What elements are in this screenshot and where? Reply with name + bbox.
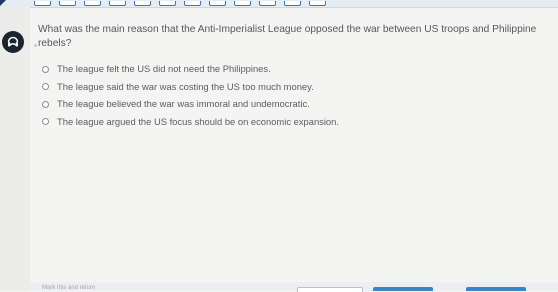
question-marker-dot xyxy=(34,44,37,47)
progress-segment[interactable] xyxy=(309,1,326,6)
progress-segment[interactable] xyxy=(184,1,201,6)
progress-segment[interactable] xyxy=(284,1,301,6)
answer-option[interactable]: The league argued the US focus should be… xyxy=(42,116,522,128)
progress-segment[interactable] xyxy=(159,1,176,6)
answer-option-label: The league argued the US focus should be… xyxy=(57,115,339,127)
answer-option-label: The league felt the US did not need the … xyxy=(57,63,271,74)
submit-button[interactable] xyxy=(466,287,526,291)
answer-option[interactable]: The league believed the war was immoral … xyxy=(42,98,522,110)
answer-option[interactable]: The league said the war was costing the … xyxy=(42,81,522,93)
radio-button[interactable] xyxy=(42,83,49,90)
question-text: What was the main reason that the Anti-I… xyxy=(38,24,537,49)
progress-segment[interactable] xyxy=(34,1,51,6)
progress-segment[interactable] xyxy=(259,1,276,6)
mark-and-return-link[interactable]: Mark this and return xyxy=(42,285,95,291)
progress-segment[interactable] xyxy=(234,1,251,6)
answer-option[interactable]: The league felt the US did not need the … xyxy=(42,63,522,75)
answer-option-label: The league believed the war was immoral … xyxy=(57,98,310,109)
corner-marker xyxy=(0,0,6,6)
radio-button[interactable] xyxy=(42,100,49,108)
progress-segment[interactable] xyxy=(134,1,151,6)
left-rail xyxy=(0,7,30,291)
radio-button[interactable] xyxy=(42,65,49,73)
progress-segment[interactable] xyxy=(209,1,226,6)
progress-segment[interactable] xyxy=(59,1,76,6)
next-button[interactable] xyxy=(373,287,433,291)
answer-option-label: The league said the war was costing the … xyxy=(57,80,314,92)
radio-button[interactable] xyxy=(42,118,49,125)
answer-options: The league felt the US did not need the … xyxy=(42,63,522,133)
progress-segment[interactable] xyxy=(84,1,101,6)
question-progress xyxy=(34,1,326,6)
speaker-icon[interactable] xyxy=(2,31,24,53)
progress-segment[interactable] xyxy=(109,1,126,6)
previous-button[interactable] xyxy=(297,287,363,292)
